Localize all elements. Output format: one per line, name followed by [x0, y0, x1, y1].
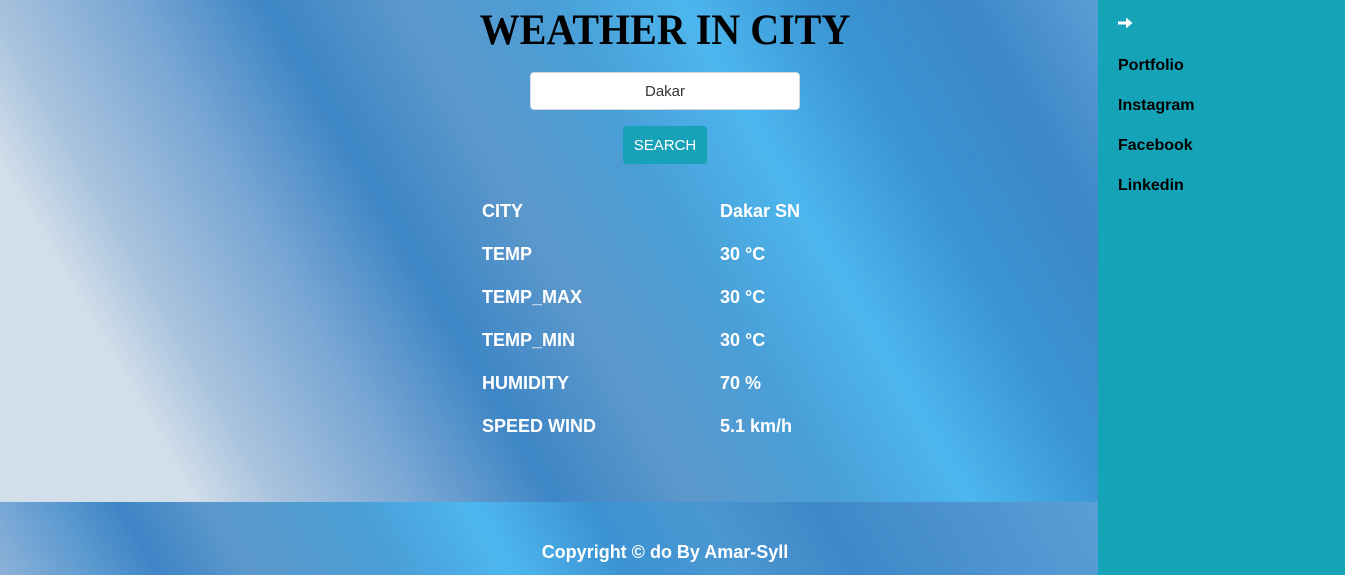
arrow-right-icon[interactable]	[1116, 14, 1134, 32]
weather-row-temp: TEMP 30 °C	[482, 239, 882, 282]
weather-row-temp-max: TEMP_MAX 30 °C	[482, 282, 882, 325]
weather-label: TEMP	[482, 244, 533, 264]
weather-value: 30 °C	[720, 244, 766, 264]
main-content: WEATHER IN CITY SEARCH CITY Dakar SN TEM…	[0, 0, 1098, 502]
weather-row-temp-min: TEMP_MIN 30 °C	[482, 325, 882, 368]
weather-row-city: CITY Dakar SN	[482, 196, 882, 239]
sidebar-item-linkedin[interactable]: Linkedin	[1118, 177, 1184, 195]
weather-value: Dakar SN	[720, 201, 801, 221]
weather-label: TEMP_MIN	[482, 330, 576, 350]
weather-label: CITY	[482, 201, 524, 221]
weather-label: SPEED WIND	[482, 416, 597, 436]
weather-value: 5.1 km/h	[720, 416, 793, 436]
weather-label: HUMIDITY	[482, 373, 569, 393]
weather-table: CITY Dakar SN TEMP 30 °C TEMP_MAX 30 °C …	[482, 196, 882, 454]
sidebar-item-portfolio[interactable]: Portfolio	[1118, 57, 1184, 75]
city-search-input[interactable]	[530, 72, 800, 110]
weather-value: 30 °C	[720, 330, 766, 350]
weather-row-humidity: HUMIDITY 70 %	[482, 368, 882, 411]
sidebar-item-instagram[interactable]: Instagram	[1118, 97, 1194, 115]
footer: Copyright © do By Amar-Syll	[0, 502, 1098, 575]
sidebar-item-facebook[interactable]: Facebook	[1118, 137, 1193, 155]
sidebar: Portfolio Instagram Facebook Linkedin	[1098, 0, 1345, 575]
page: WEATHER IN CITY SEARCH CITY Dakar SN TEM…	[0, 0, 1345, 575]
weather-value: 70 %	[720, 373, 762, 393]
weather-label: TEMP_MAX	[482, 287, 583, 307]
search-button[interactable]: SEARCH	[623, 126, 707, 164]
weather-row-speed-wind: SPEED WIND 5.1 km/h	[482, 411, 882, 454]
weather-value: 30 °C	[720, 287, 766, 307]
